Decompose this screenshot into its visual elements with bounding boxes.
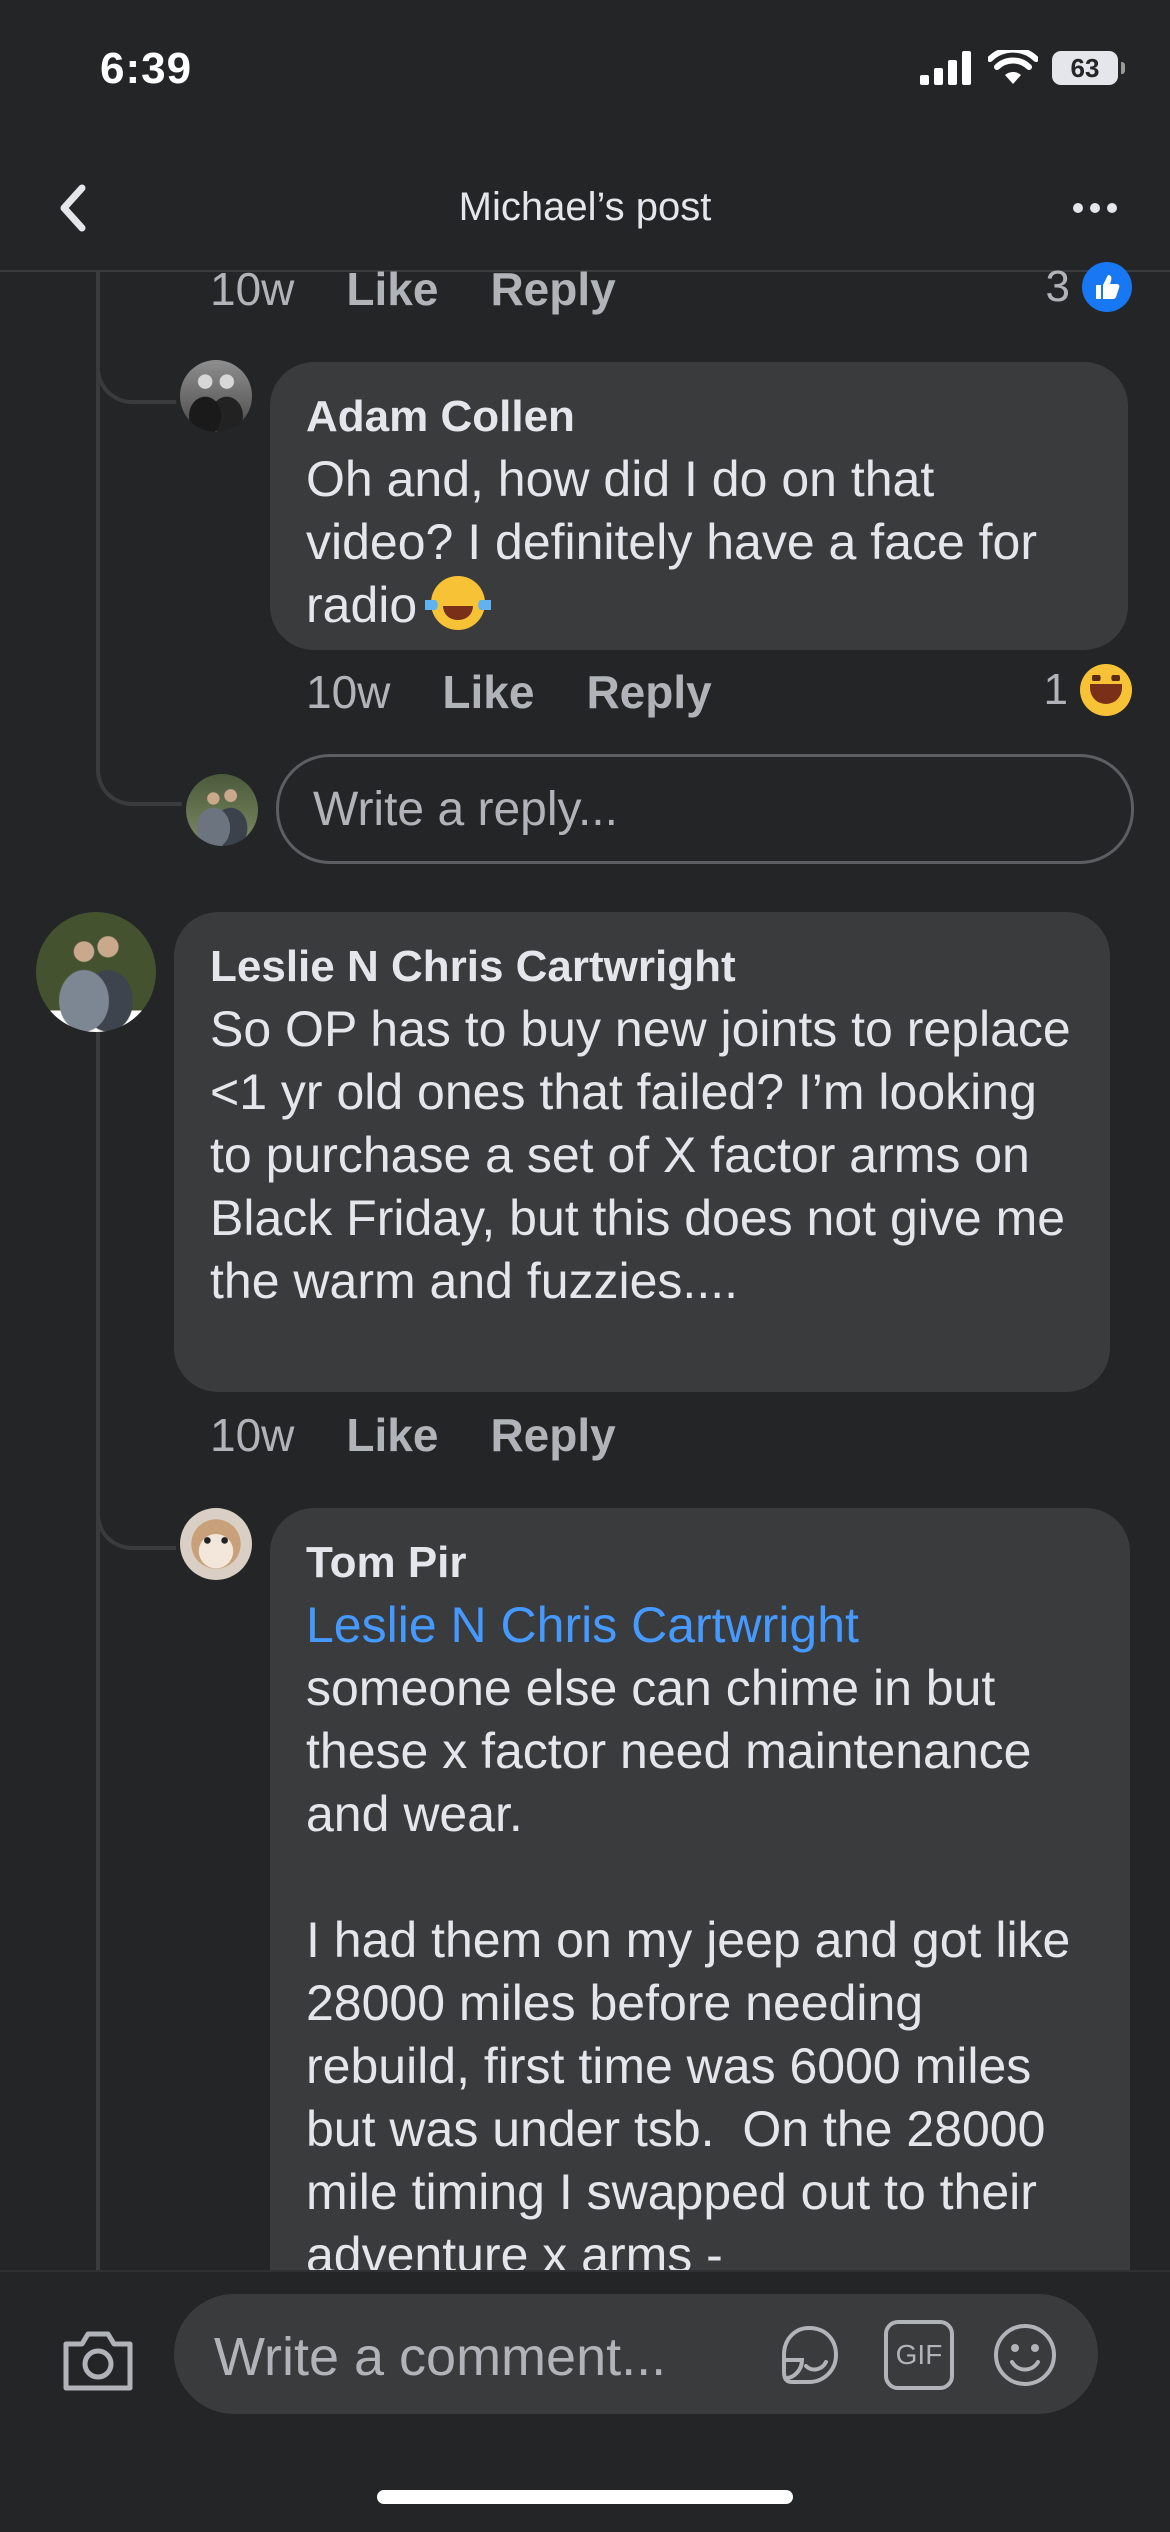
thread-connector [96, 1480, 176, 1550]
reaction-summary[interactable]: 1 [1044, 664, 1132, 716]
status-time: 6:39 [100, 44, 193, 93]
comment-author[interactable]: Leslie N Chris Cartwright [210, 936, 1074, 998]
comment-text: Oh and, how did I do on that video? I de… [306, 451, 1051, 633]
emoji-icon[interactable] [990, 2320, 1060, 2390]
reply-button[interactable]: Reply [490, 262, 615, 316]
comment-bubble: Adam Collen Oh and, how did I do on that… [270, 362, 1128, 650]
like-button[interactable]: Like [346, 262, 438, 316]
post-header: Michael’s post [0, 150, 1170, 272]
screen: 6:39 63 Michael’s post 10w Like Reply 3 … [0, 0, 1170, 2532]
comment-age: 10w [210, 263, 295, 315]
more-icon[interactable] [1060, 188, 1130, 228]
like-button[interactable]: Like [442, 665, 534, 719]
gif-icon[interactable]: GIF [884, 2320, 954, 2390]
comment-placeholder: Write a comment... [214, 2327, 667, 2387]
page-title: Michael’s post [458, 185, 712, 229]
comment-input[interactable]: Write a comment... GIF [174, 2294, 1098, 2414]
avatar [186, 774, 258, 846]
like-icon [1082, 262, 1132, 312]
signal-icon [920, 51, 971, 85]
haha-icon [1080, 664, 1132, 716]
reply-input[interactable]: Write a reply... [276, 754, 1134, 864]
reply-button[interactable]: Reply [586, 665, 711, 719]
comment-actions: 10w Like Reply [210, 1408, 616, 1462]
comment-age: 10w [210, 1409, 295, 1461]
camera-icon[interactable] [60, 2322, 136, 2398]
home-indicator[interactable] [377, 2490, 793, 2504]
comment-actions: 10w Like Reply [210, 262, 616, 316]
thread-line [96, 1030, 100, 2270]
status-icons: 63 [920, 50, 1125, 86]
battery-indicator: 63 [1052, 51, 1125, 85]
comment-bubble: Leslie N Chris Cartwright So OP has to b… [174, 912, 1110, 1392]
comment-text: So OP has to buy new joints to replace <… [210, 1001, 1085, 1309]
avatar[interactable] [36, 912, 156, 1032]
reply-button[interactable]: Reply [490, 1408, 615, 1462]
comment-text: someone else can chime in but these x fa… [306, 1660, 1071, 2283]
reaction-count: 1 [1043, 665, 1068, 714]
mention-link[interactable]: Leslie N Chris Cartwright [306, 1594, 1094, 1657]
avatar[interactable] [180, 360, 252, 432]
like-button[interactable]: Like [346, 1408, 438, 1462]
comment-actions: 10w Like Reply [306, 665, 712, 719]
wifi-icon [988, 50, 1038, 84]
thread-connector [96, 330, 176, 404]
laughing-emoji-icon [425, 576, 492, 630]
avatar[interactable] [180, 1508, 252, 1580]
comment-bubble: Tom Pir Leslie N Chris Cartwright someon… [270, 1508, 1130, 2328]
sticker-icon[interactable] [774, 2320, 844, 2390]
reaction-count: 3 [1045, 262, 1070, 311]
comment-author[interactable]: Adam Collen [306, 386, 1092, 448]
reaction-summary[interactable]: 3 [1046, 262, 1132, 312]
comment-age: 10w [306, 666, 391, 718]
reply-placeholder: Write a reply... [313, 782, 618, 836]
comment-author[interactable]: Tom Pir [306, 1532, 1094, 1594]
thread-connector [96, 740, 182, 806]
